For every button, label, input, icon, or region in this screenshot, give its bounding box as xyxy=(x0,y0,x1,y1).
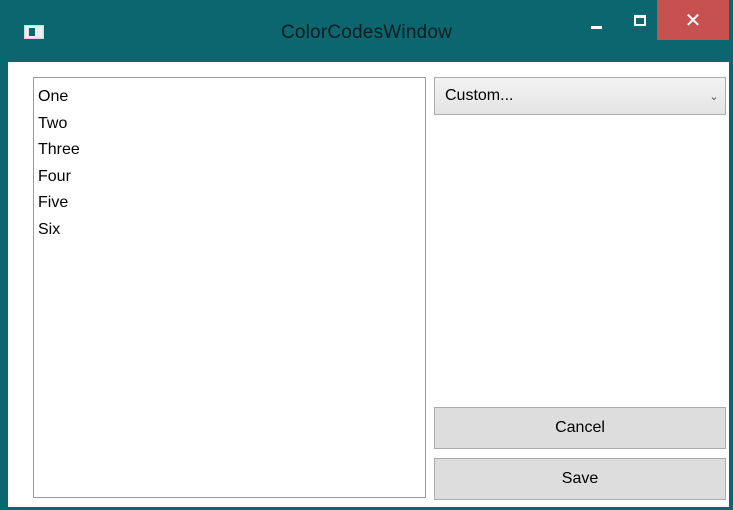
list-item[interactable]: One xyxy=(34,84,425,111)
minimize-icon xyxy=(590,25,602,29)
window-content: One Two Three Four Five Six Custom... ⌄ … xyxy=(8,62,729,507)
list-item[interactable]: Six xyxy=(34,217,425,244)
items-listbox[interactable]: One Two Three Four Five Six xyxy=(33,77,426,498)
list-item[interactable]: Four xyxy=(34,164,425,191)
minimize-button[interactable] xyxy=(575,0,617,40)
close-button[interactable]: ✕ xyxy=(657,0,729,40)
close-icon: ✕ xyxy=(684,9,702,32)
color-combobox[interactable]: Custom... ⌄ xyxy=(434,77,726,115)
list-item[interactable]: Three xyxy=(34,137,425,164)
cancel-button[interactable]: Cancel xyxy=(434,407,726,449)
chevron-down-icon: ⌄ xyxy=(709,90,719,103)
list-item[interactable]: Two xyxy=(34,111,425,138)
window-frame: ColorCodesWindow ✕ One Two Three Four Fi… xyxy=(0,0,733,510)
app-icon[interactable] xyxy=(24,25,44,39)
maximize-icon xyxy=(634,14,646,26)
title-bar[interactable]: ColorCodesWindow ✕ xyxy=(0,0,733,62)
list-item[interactable]: Five xyxy=(34,190,425,217)
save-button[interactable]: Save xyxy=(434,458,726,500)
maximize-button[interactable] xyxy=(619,0,661,40)
combobox-selected-value: Custom... xyxy=(445,87,514,104)
window-title: ColorCodesWindow xyxy=(280,22,453,43)
